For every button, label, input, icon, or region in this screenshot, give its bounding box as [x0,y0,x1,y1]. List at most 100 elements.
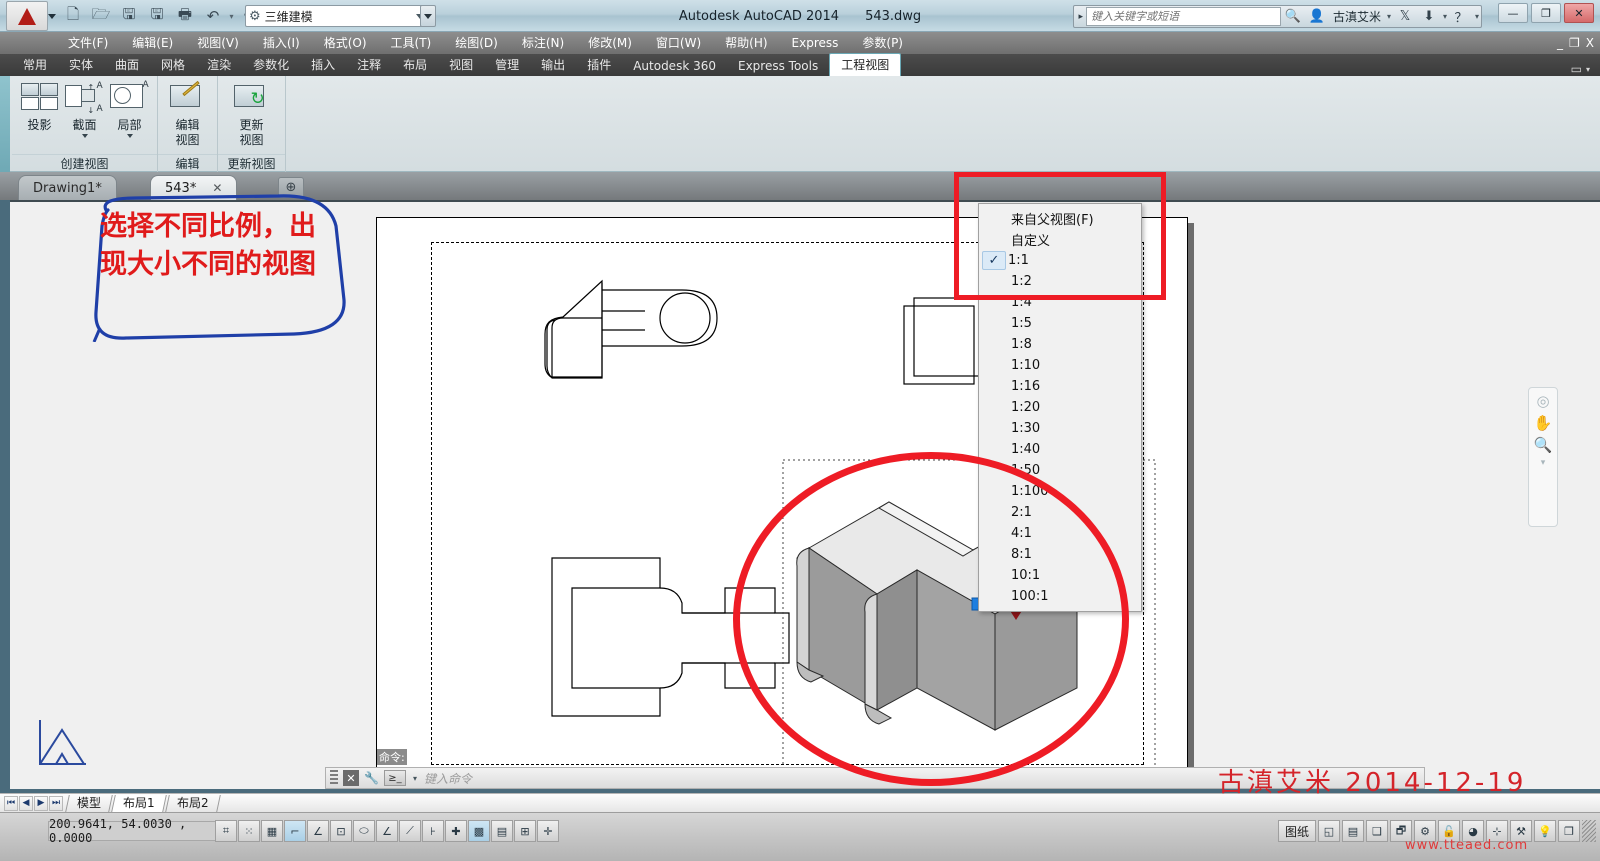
scale-menu-item[interactable]: 来自父视图(F) [979,208,1141,229]
scale-menu-item[interactable]: 1:16 [979,376,1141,397]
chevron-down-icon[interactable] [127,134,133,138]
scale-menu-item[interactable]: 1:30 [979,418,1141,439]
user-avatar-icon[interactable]: 👤 [1305,6,1329,27]
transparency-toggle[interactable]: ▩ [468,820,490,842]
close-button[interactable]: ✕ [1564,3,1594,23]
ribbon-button-projected[interactable]: 投影 [18,79,61,152]
help-menu-chevron-icon[interactable]: ▾ [1473,12,1481,21]
layout-tab-layout1[interactable]: 布局1 [111,795,166,812]
ribbon-tab-3[interactable]: 网格 [150,54,196,76]
scale-menu-item[interactable]: 100:1 [979,586,1141,607]
ribbon-minimize-control[interactable]: ▭▾ [1571,62,1590,76]
steering-wheel-icon[interactable]: ◎ [1536,392,1549,410]
menu-item-2[interactable]: 视图(V) [185,32,251,54]
scale-menu-item[interactable]: 1:4 [979,292,1141,313]
search-expand-icon[interactable]: ▸ [1078,12,1083,22]
chevron-down-icon[interactable] [82,134,88,138]
menu-item-10[interactable]: 帮助(H) [713,32,779,54]
navigation-bar[interactable]: ◎ ✋ 🔍 ▾ [1528,387,1558,527]
menu-item-0[interactable]: 文件(F) [56,32,120,54]
ribbon-tab-0[interactable]: 常用 [12,54,58,76]
scale-menu-item[interactable]: 1:2 [979,271,1141,292]
ribbon-button-update-view[interactable]: ↻ 更新 视图 [224,79,279,152]
ribbon-tab-1[interactable]: 实体 [58,54,104,76]
mdi-minimize-button[interactable]: _ [1557,36,1563,50]
scale-menu-item[interactable]: 1:100 [979,481,1141,502]
menu-item-7[interactable]: 标注(N) [510,32,576,54]
ribbon-tab-6[interactable]: 插入 [300,54,346,76]
menu-item-1[interactable]: 编辑(E) [120,32,185,54]
status-bar-resize-grip[interactable] [1582,820,1596,842]
zoom-icon[interactable]: 🔍 [1534,436,1553,454]
menu-item-5[interactable]: 工具(T) [379,32,444,54]
menu-item-9[interactable]: 窗口(W) [644,32,713,54]
chevron-down-icon[interactable]: ▾ [1586,65,1590,74]
scale-menu-item[interactable]: 8:1 [979,544,1141,565]
layout-tab-layout2[interactable]: 布局2 [165,795,220,812]
ribbon-button-section[interactable]: A A ↑ ↓ 截面 [63,79,106,152]
application-menu-button[interactable] [6,1,48,31]
save-as-icon[interactable]: 🖫 [144,4,170,28]
menu-item-4[interactable]: 格式(O) [312,32,379,54]
polar-tracking-toggle[interactable]: ∠ [307,820,329,842]
first-layout-button[interactable]: ⏮ [4,796,18,811]
cloud-download-icon[interactable]: ⬇ [1417,6,1441,27]
command-prompt-icon[interactable]: ≥_ [384,770,406,786]
annotation-monitor-toggle[interactable]: ✛ [537,820,559,842]
lineweight-toggle[interactable]: ✚ [445,820,467,842]
wrench-icon[interactable]: 🔧 [364,771,379,785]
scale-menu-item[interactable]: 4:1 [979,523,1141,544]
ribbon-tab-10[interactable]: 管理 [484,54,530,76]
quick-access-customize-button[interactable] [420,5,436,27]
new-file-icon[interactable]: 🗋 [60,4,86,28]
menu-item-8[interactable]: 修改(M) [576,32,644,54]
quick-access-dropdown-icon[interactable] [48,14,56,19]
ribbon-button-edit-view[interactable]: 编辑 视图 [164,79,211,152]
clean-screen[interactable]: ❐ [1558,820,1580,842]
save-icon[interactable]: 🖫 [116,4,142,28]
scale-menu-item[interactable]: 1:5 [979,313,1141,334]
scale-menu-item[interactable]: 2:1 [979,502,1141,523]
mdi-close-button[interactable]: X [1586,36,1594,50]
ribbon-tab-9[interactable]: 视图 [438,54,484,76]
undo-icon[interactable]: ↶ [200,4,226,28]
ribbon-tab-11[interactable]: 输出 [530,54,576,76]
ribbon-tab-4[interactable]: 渲染 [196,54,242,76]
scale-menu-item[interactable]: 1:8 [979,334,1141,355]
minimize-button[interactable]: — [1498,3,1528,23]
ribbon-tab-14[interactable]: Express Tools [727,57,829,76]
user-menu-chevron-icon[interactable]: ▾ [1385,12,1393,21]
last-layout-button[interactable]: ⏭ [49,796,63,811]
scale-menu-item[interactable]: 10:1 [979,565,1141,586]
quick-view-drawings[interactable]: ▤ [1342,820,1364,842]
chevron-down-icon[interactable]: ▾ [411,774,419,783]
pan-icon[interactable]: ✋ [1534,414,1553,432]
maximize-button[interactable]: ❐ [1531,3,1561,23]
autodesk-exchange-icon[interactable]: 𝕏 [1393,6,1417,27]
ribbon-tab-12[interactable]: 插件 [576,54,622,76]
status-tray[interactable]: 💡 [1534,820,1556,842]
object-snap-toggle[interactable]: ⊡ [330,820,352,842]
ribbon-minimize-icon[interactable]: ▭ [1571,62,1582,76]
mdi-restore-button[interactable]: ❐ [1569,36,1580,50]
scale-menu-item[interactable]: ✓1:1 [979,250,1141,271]
dynamic-ucs-toggle[interactable]: ⟋ [399,820,421,842]
coordinates-display[interactable]: 200.9641, 54.0030 , 0.0000 [48,821,218,841]
undo-dropdown-icon[interactable]: ▾ [228,4,235,28]
ribbon-tab-2[interactable]: 曲面 [104,54,150,76]
menu-item-6[interactable]: 绘图(D) [443,32,510,54]
menu-item-11[interactable]: Express [780,32,851,54]
ribbon-button-detail[interactable]: A 局部 [108,79,151,152]
next-layout-button[interactable]: ▶ [34,796,48,811]
scale-menu-item[interactable]: 自定义 [979,229,1141,250]
quick-properties-toggle[interactable]: ▤ [491,820,513,842]
menu-item-3[interactable]: 插入(I) [251,32,312,54]
chevron-down-icon[interactable]: ▾ [1541,458,1546,468]
layout-tab-model[interactable]: 模型 [65,795,113,812]
scale-menu-item[interactable]: 1:50 [979,460,1141,481]
dynamic-input-toggle[interactable]: ⊦ [422,820,444,842]
3d-object-snap-toggle[interactable]: ⬭ [353,820,375,842]
ribbon-tab-15[interactable]: 工程视图 [829,53,901,76]
ribbon-tab-7[interactable]: 注释 [346,54,392,76]
command-input[interactable]: 键入命令 [424,770,472,787]
